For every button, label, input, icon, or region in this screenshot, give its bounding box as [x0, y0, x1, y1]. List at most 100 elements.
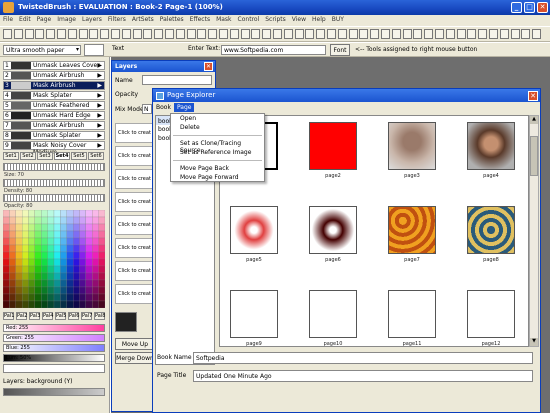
- palette-swatch[interactable]: [47, 230, 55, 239]
- palette-swatch[interactable]: [22, 258, 29, 267]
- palette-swatch[interactable]: [28, 286, 35, 295]
- menu-page[interactable]: Page: [34, 15, 55, 24]
- palette-swatch[interactable]: [92, 244, 99, 253]
- palette-swatch[interactable]: [98, 237, 105, 246]
- palette-swatch[interactable]: [85, 293, 93, 302]
- rotate-tool-icon[interactable]: [262, 29, 272, 39]
- sharpen-tool-icon[interactable]: [445, 29, 455, 39]
- blue-bar[interactable]: Blue: 255: [3, 344, 105, 352]
- palette-swatch[interactable]: [66, 265, 74, 274]
- palette-swatch[interactable]: [22, 251, 29, 260]
- palette-swatch[interactable]: [60, 237, 67, 246]
- curve-tool-icon[interactable]: [240, 29, 250, 39]
- select-tool-icon[interactable]: [121, 29, 131, 39]
- palette-swatch[interactable]: [9, 300, 16, 308]
- menu-page-active[interactable]: Page: [173, 103, 195, 112]
- palette-swatch[interactable]: [53, 293, 61, 302]
- palette-swatch[interactable]: [66, 300, 74, 308]
- palette-swatch[interactable]: [66, 230, 74, 239]
- merge-down-button[interactable]: Merge Down: [115, 352, 155, 364]
- brush-item[interactable]: 6 Unmask Hard Edge ▶: [3, 111, 105, 120]
- palette-swatch[interactable]: [3, 279, 10, 288]
- palette-swatch[interactable]: [41, 237, 48, 246]
- palette-swatch[interactable]: [98, 279, 105, 288]
- open-tool-icon[interactable]: [532, 29, 542, 39]
- set-button[interactable]: Set3: [37, 152, 53, 160]
- menu-layers[interactable]: Layers: [79, 15, 105, 24]
- color-swatch[interactable]: [84, 44, 104, 56]
- zoom-tool-icon[interactable]: [132, 29, 142, 39]
- palette-swatch[interactable]: [98, 216, 105, 225]
- palette-swatch[interactable]: [85, 244, 93, 253]
- swatch-tool-icon[interactable]: [381, 29, 390, 39]
- palette-swatch[interactable]: [41, 286, 48, 295]
- palette-swatch[interactable]: [3, 210, 10, 218]
- palette-swatch[interactable]: [3, 237, 10, 246]
- palette-swatch[interactable]: [92, 230, 99, 239]
- menu-filters[interactable]: Filters: [105, 15, 129, 24]
- palette-swatch[interactable]: [85, 300, 93, 308]
- menu-scripts[interactable]: Scripts: [262, 15, 289, 24]
- palette-swatch[interactable]: [73, 300, 80, 308]
- palette-swatch[interactable]: [9, 230, 16, 239]
- palette-swatch[interactable]: [3, 293, 10, 302]
- page-thumbnail[interactable]: [230, 290, 278, 338]
- palette-swatch[interactable]: [3, 223, 10, 232]
- palette-swatch[interactable]: [60, 230, 67, 239]
- menu-item-set-clone-source[interactable]: Set as Clone/Tracing Source: [171, 139, 264, 154]
- palette-swatch[interactable]: [47, 237, 55, 246]
- palette-swatch[interactable]: [47, 210, 55, 218]
- palette-swatch[interactable]: [15, 258, 23, 267]
- palette-swatch[interactable]: [34, 293, 42, 302]
- page-thumbnails[interactable]: page1page2page3page4page5page6page7page8…: [219, 115, 529, 347]
- stamp-tool-icon[interactable]: [305, 29, 315, 39]
- palette-swatch[interactable]: [79, 293, 86, 302]
- palette-swatch[interactable]: [3, 258, 10, 267]
- mix-mode-select[interactable]: N: [142, 104, 152, 114]
- palette-swatch[interactable]: [47, 265, 55, 274]
- menu-item-delete[interactable]: Delete: [171, 123, 264, 132]
- palette-swatch[interactable]: [60, 251, 67, 260]
- palette-swatch[interactable]: [28, 293, 35, 302]
- palette-swatch[interactable]: [9, 265, 16, 274]
- palette-swatch[interactable]: [73, 230, 80, 239]
- palette-swatch[interactable]: [79, 300, 86, 308]
- palette-swatch[interactable]: [34, 251, 42, 260]
- menu-artsets[interactable]: ArtSets: [129, 15, 157, 24]
- palette-swatch[interactable]: [53, 286, 61, 295]
- palette-swatch[interactable]: [28, 251, 35, 260]
- grid-tool-icon[interactable]: [283, 29, 293, 39]
- palette-swatch[interactable]: [47, 251, 55, 260]
- palette-swatch[interactable]: [92, 293, 99, 302]
- palette-swatch[interactable]: [41, 272, 48, 281]
- palette-swatch[interactable]: [92, 279, 99, 288]
- palette-swatch[interactable]: [3, 230, 10, 239]
- scroll-down-icon[interactable]: ▼: [530, 338, 538, 346]
- paste-tool-icon[interactable]: [67, 29, 77, 39]
- palette-swatch[interactable]: [47, 300, 55, 308]
- layer-slider[interactable]: [3, 388, 105, 396]
- palette-swatch[interactable]: [66, 279, 74, 288]
- enter-text-input[interactable]: www.Softpedia.com: [221, 45, 326, 55]
- palette-swatch[interactable]: [9, 237, 16, 246]
- palette-swatch[interactable]: [53, 300, 61, 308]
- palette-swatch[interactable]: [47, 216, 55, 225]
- cut-tool-icon[interactable]: [78, 29, 88, 39]
- palette-swatch[interactable]: [41, 210, 48, 218]
- color-tool-icon[interactable]: [370, 29, 380, 39]
- palette-swatch[interactable]: [15, 216, 23, 225]
- palette-swatch[interactable]: [34, 258, 42, 267]
- info-tool-icon[interactable]: [510, 29, 520, 39]
- eraser-tool-icon[interactable]: [111, 29, 120, 39]
- palette-swatch[interactable]: [79, 279, 86, 288]
- page-thumbnail[interactable]: [467, 206, 515, 254]
- palette-swatch[interactable]: [53, 251, 61, 260]
- page-title-input[interactable]: Updated One Minute Ago: [193, 370, 533, 382]
- move-up-button[interactable]: Move Up: [115, 338, 155, 350]
- palette-swatch[interactable]: [66, 223, 74, 232]
- page-explorer-close-button[interactable]: ✕: [528, 91, 538, 101]
- eyedrop-tool-icon[interactable]: [165, 29, 174, 39]
- scroll-thumb[interactable]: [530, 136, 538, 176]
- menu-item-set-reference[interactable]: Set as Reference Image: [171, 148, 264, 157]
- text-button[interactable]: Text: [112, 45, 124, 52]
